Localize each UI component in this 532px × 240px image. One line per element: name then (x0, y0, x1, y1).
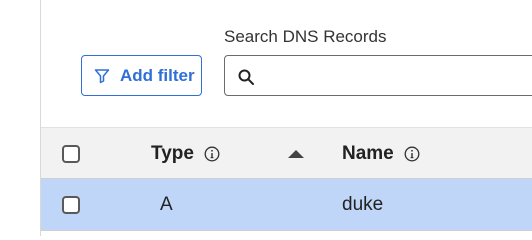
filter-icon (94, 68, 110, 83)
search-dns-records-field[interactable] (224, 55, 532, 96)
search-label: Search DNS Records (224, 27, 387, 46)
search-icon (238, 69, 254, 85)
select-all-checkbox[interactable] (62, 145, 80, 163)
info-icon[interactable] (204, 146, 220, 162)
record-name-cell: duke (342, 194, 384, 215)
table-header: Type Name (41, 127, 532, 179)
column-header-name[interactable]: Name (342, 143, 394, 165)
table-row[interactable]: A duke (41, 178, 532, 231)
add-filter-button[interactable]: Add filter (81, 55, 202, 96)
add-filter-label: Add filter (120, 65, 195, 85)
record-type-cell: A (160, 194, 173, 215)
column-header-type[interactable]: Type (151, 143, 194, 165)
row-select-checkbox[interactable] (62, 196, 80, 214)
info-icon[interactable] (404, 146, 420, 162)
sort-ascending-icon[interactable] (288, 150, 304, 158)
search-dns-records-input[interactable] (265, 64, 529, 90)
